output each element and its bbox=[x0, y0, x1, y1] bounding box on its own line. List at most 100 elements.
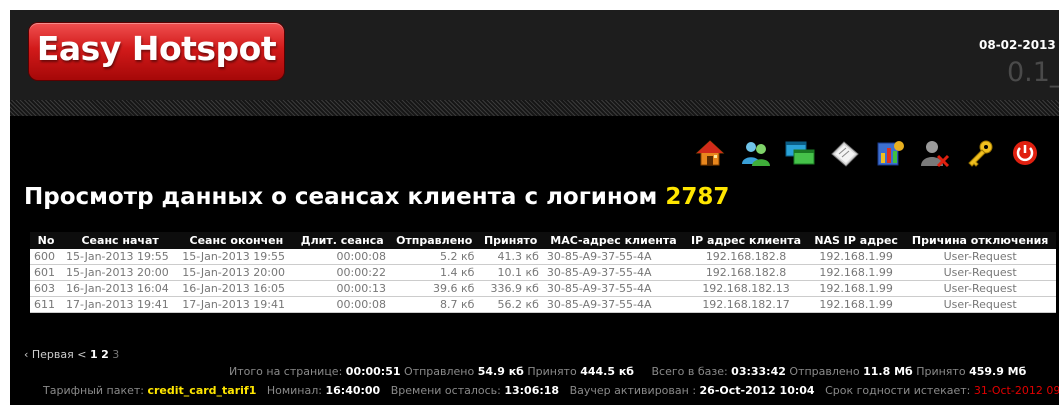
col-header[interactable]: IP адрес клиента bbox=[684, 232, 809, 249]
table-row: 603 16-Jan-2013 16:04 16-Jan-2013 16:05 … bbox=[30, 280, 1056, 297]
bytes-sent: 1.4 кб bbox=[389, 264, 479, 281]
bytes-received: 336.9 кб bbox=[478, 280, 543, 297]
db-total-sent: 11.8 Мб bbox=[863, 365, 913, 378]
time-left-label: Времени осталось: bbox=[390, 384, 501, 397]
bytes-sent: 8.7 кб bbox=[389, 296, 479, 313]
users-button[interactable] bbox=[740, 138, 770, 168]
col-header[interactable]: No bbox=[30, 232, 62, 249]
col-header[interactable]: Длит. сеанса bbox=[294, 232, 390, 249]
windows-button[interactable] bbox=[785, 138, 815, 168]
client-ip: 192.168.182.13 bbox=[684, 280, 809, 297]
change-password-button[interactable] bbox=[965, 138, 995, 168]
nominal-value: 16:40:00 bbox=[325, 384, 381, 397]
reports-button[interactable] bbox=[875, 138, 905, 168]
col-header[interactable]: Причина отключения bbox=[904, 232, 1056, 249]
session-duration: 00:00:22 bbox=[294, 264, 390, 281]
disconnect-reason: User-Request bbox=[904, 280, 1056, 297]
nas-ip: 192.168.1.99 bbox=[808, 280, 905, 297]
session-start: 16-Jan-2013 16:04 bbox=[62, 280, 179, 297]
power-icon bbox=[1013, 141, 1037, 165]
col-header[interactable]: Сеанс начат bbox=[62, 232, 179, 249]
client-login: 2787 bbox=[665, 184, 730, 210]
session-duration: 00:00:08 bbox=[294, 249, 390, 265]
session-start: 15-Jan-2013 20:00 bbox=[62, 264, 179, 281]
users-icon bbox=[742, 142, 770, 166]
totals-line: Итого на странице: 00:00:51 Отправлено 5… bbox=[229, 365, 1026, 378]
session-duration: 00:00:13 bbox=[294, 280, 390, 297]
col-header[interactable]: Сеанс окончен bbox=[178, 232, 295, 249]
db-total-received: 459.9 Мб bbox=[969, 365, 1027, 378]
bytes-received: 41.3 кб bbox=[478, 249, 543, 265]
delete-user-icon bbox=[921, 141, 950, 168]
bytes-received: 56.2 кб bbox=[478, 296, 543, 313]
page-total-sent: 54.9 кб bbox=[477, 365, 524, 378]
home-button[interactable] bbox=[695, 138, 725, 168]
session-start: 15-Jan-2013 19:55 bbox=[62, 249, 179, 265]
client-mac: 30-85-A9-37-55-4A bbox=[542, 280, 685, 297]
db-recv-label: Принято bbox=[916, 365, 966, 378]
nas-ip: 192.168.1.99 bbox=[808, 296, 905, 313]
bytes-sent: 39.6 кб bbox=[389, 280, 479, 297]
page-2[interactable]: 2 bbox=[101, 348, 109, 361]
disconnect-reason: User-Request bbox=[904, 249, 1056, 265]
delete-user-button[interactable] bbox=[920, 138, 950, 168]
table-row: 601 15-Jan-2013 20:00 15-Jan-2013 20:00 … bbox=[30, 264, 1056, 281]
db-total-duration: 03:33:42 bbox=[731, 365, 786, 378]
page-recv-label: Принято bbox=[527, 365, 577, 378]
page-total-duration: 00:00:51 bbox=[345, 365, 401, 378]
key-icon bbox=[968, 140, 993, 167]
page-total-received: 444.5 кб bbox=[580, 365, 634, 378]
app-frame: Easy Hotspot 08-02-2013 20:41 0.1_ru bbox=[10, 10, 1059, 405]
session-end: 15-Jan-2013 20:00 bbox=[178, 264, 295, 281]
page-title-text: Просмотр данных о сеансах клиента с логи… bbox=[24, 184, 658, 210]
sessions-table: No Сеанс начат Сеанс окончен Длит. сеанс… bbox=[30, 232, 1056, 313]
current-datetime: 08-02-2013 20:41 bbox=[979, 38, 1059, 52]
easy-hotspot-logo[interactable]: Easy Hotspot bbox=[29, 23, 284, 80]
session-duration: 00:00:08 bbox=[294, 296, 390, 313]
col-header[interactable]: MAC-адрес клиента bbox=[542, 232, 685, 249]
session-no: 603 bbox=[30, 280, 62, 297]
time-left-value: 13:06:18 bbox=[504, 384, 560, 397]
col-header[interactable]: Отправлено bbox=[389, 232, 479, 249]
vouchers-button[interactable] bbox=[830, 138, 860, 168]
session-no: 601 bbox=[30, 264, 62, 281]
client-mac: 30-85-A9-37-55-4A bbox=[542, 296, 685, 313]
header-divider bbox=[10, 100, 1059, 116]
disconnect-reason: User-Request bbox=[904, 296, 1056, 313]
logo-text: Easy Hotspot bbox=[36, 29, 277, 68]
home-icon bbox=[695, 140, 725, 166]
client-ip: 192.168.182.8 bbox=[684, 249, 809, 265]
session-end: 15-Jan-2013 19:55 bbox=[178, 249, 295, 265]
disconnect-reason: User-Request bbox=[904, 264, 1056, 281]
logout-button[interactable] bbox=[1010, 138, 1040, 168]
session-no: 600 bbox=[30, 249, 62, 265]
nas-ip: 192.168.1.99 bbox=[808, 264, 905, 281]
page-3[interactable]: 3 bbox=[112, 348, 119, 361]
tariff-line: Тарифный пакет: credit_card_tarif1 Номин… bbox=[43, 384, 1059, 397]
vouchers-icon bbox=[831, 141, 859, 167]
session-start: 17-Jan-2013 19:41 bbox=[62, 296, 179, 313]
page-totals-label: Итого на странице: bbox=[229, 365, 343, 378]
client-ip: 192.168.182.8 bbox=[684, 264, 809, 281]
client-ip: 192.168.182.17 bbox=[684, 296, 809, 313]
table-header-row: No Сеанс начат Сеанс окончен Длит. сеанс… bbox=[30, 232, 1056, 249]
session-end: 16-Jan-2013 16:05 bbox=[178, 280, 295, 297]
windows-icon bbox=[785, 141, 815, 165]
reports-icon bbox=[877, 141, 904, 166]
expires-label: Срок годности истекает: bbox=[825, 384, 971, 397]
prev-page-link[interactable]: < bbox=[77, 348, 86, 361]
col-header[interactable]: Принято bbox=[478, 232, 543, 249]
client-mac: 30-85-A9-37-55-4A bbox=[542, 249, 685, 265]
session-end: 17-Jan-2013 19:41 bbox=[178, 296, 295, 313]
page-sent-label: Отправлено bbox=[404, 365, 475, 378]
version-label: 0.1_ru bbox=[1007, 57, 1059, 88]
page-title: Просмотр данных о сеансах клиента с логи… bbox=[24, 184, 729, 210]
col-header[interactable]: NAS IP адрес bbox=[808, 232, 905, 249]
first-page-link[interactable]: ‹ Первая bbox=[24, 348, 74, 361]
client-mac: 30-85-A9-37-55-4A bbox=[542, 264, 685, 281]
page-1[interactable]: 1 bbox=[90, 348, 98, 361]
session-no: 611 bbox=[30, 296, 62, 313]
tariff-plan-label: Тарифный пакет: bbox=[43, 384, 144, 397]
header: Easy Hotspot 08-02-2013 20:41 0.1_ru bbox=[10, 10, 1059, 100]
db-totals-label: Всего в базе: bbox=[651, 365, 728, 378]
